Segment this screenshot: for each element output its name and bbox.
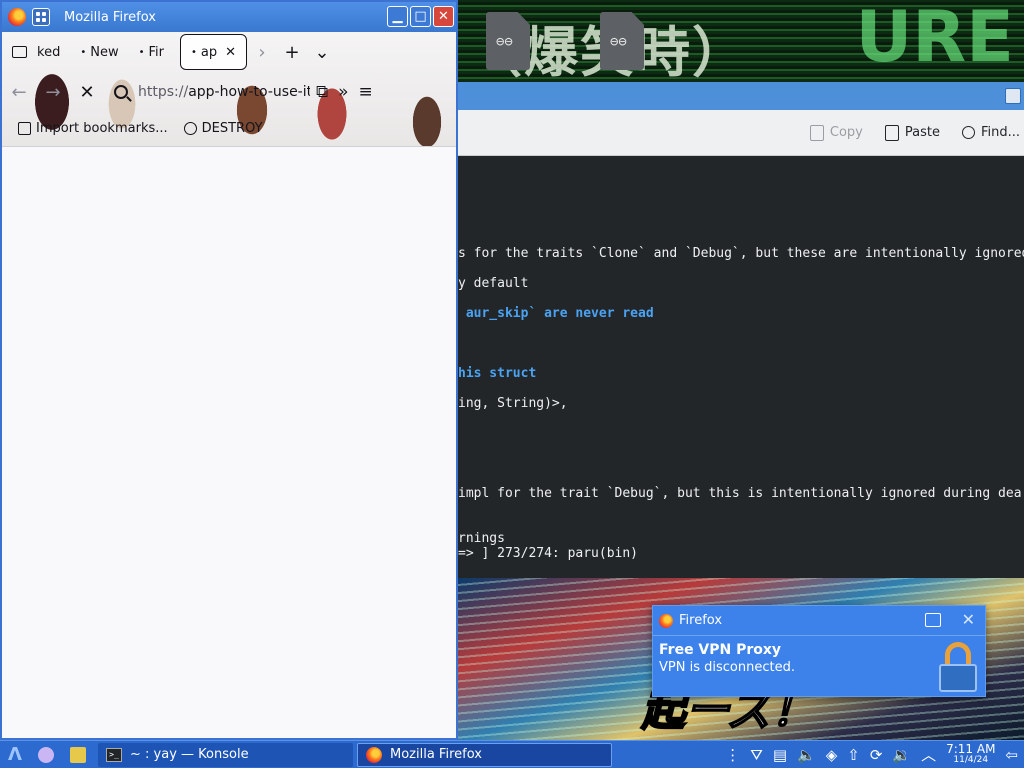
terminal-line: rnings — [458, 531, 505, 546]
desktop-file-icon[interactable]: ⊖⊖ — [486, 12, 530, 70]
tab-dot-icon: • — [80, 46, 87, 58]
vpn-shield-icon[interactable]: ◈ — [826, 746, 838, 764]
taskbar: Λ >_ ~ : yay — Konsole Mozilla Firefox ⋮… — [0, 740, 1024, 768]
audio-icon[interactable]: 🔉 — [892, 746, 911, 764]
paste-icon — [884, 124, 899, 141]
globe-icon — [183, 121, 197, 135]
stop-loading-icon[interactable]: ✕ — [70, 82, 104, 103]
import-icon — [18, 121, 31, 135]
terminal-output[interactable]: s for the traits `Clone` and `Debug`, bu… — [458, 156, 1024, 578]
konsole-window-button[interactable] — [1005, 88, 1021, 104]
minimize-button[interactable]: ▁ — [387, 6, 408, 27]
wallpaper-art-latin: URE — [855, 0, 1014, 78]
desktop-file-icon[interactable]: ⊖⊖ — [600, 12, 644, 70]
tab-strip: ked • New • Fir • ap ✕ › + ⌄ — [2, 32, 456, 72]
clipboard-icon[interactable]: ▤ — [773, 746, 787, 764]
show-desktop-icon[interactable]: ⇦ — [1005, 746, 1018, 764]
terminal-line: ing, String)>, — [458, 396, 568, 411]
bookmark-item[interactable]: DESTROY — [183, 121, 263, 136]
terminal-line: his struct — [458, 366, 537, 381]
copy-button[interactable]: Copy — [809, 124, 863, 141]
konsole-toolbar: Copy Paste Find... — [458, 110, 1024, 156]
search-icon — [961, 126, 975, 139]
tab-dot-icon: • — [138, 46, 145, 58]
hamburger-menu-icon[interactable]: ≡ — [359, 82, 373, 102]
tab[interactable]: • Fir — [129, 34, 174, 70]
search-icon — [114, 85, 128, 99]
browser-toolbar-area: ked • New • Fir • ap ✕ › + ⌄ ← → ✕ https… — [2, 32, 456, 146]
terminal-line: => ] 273/274: paru(bin) — [458, 546, 639, 561]
notification-header: Firefox ✕ — [653, 606, 985, 636]
firefox-titlebar[interactable]: Mozilla Firefox ▁ □ ✕ — [2, 2, 456, 32]
close-tab-icon[interactable]: ✕ — [225, 45, 236, 60]
maximize-button[interactable]: □ — [410, 6, 431, 27]
tab-dot-icon: • — [191, 46, 197, 58]
notification-title: Free VPN Proxy — [659, 642, 782, 658]
firefox-window[interactable]: Mozilla Firefox ▁ □ ✕ ked • New • Fir • … — [0, 0, 458, 740]
scroll-tabs-right-icon[interactable]: › — [247, 42, 277, 63]
tray-grip-icon: ⋮ — [725, 745, 741, 764]
desktop-wallpaper-top: （爆笑時） URE ⊖⊖ ⊖⊖ — [458, 0, 1024, 82]
overflow-menu-icon[interactable]: » — [338, 82, 348, 102]
terminal-line: aur_skip` are never read — [458, 306, 654, 321]
taskbar-task-firefox[interactable]: Mozilla Firefox — [357, 742, 612, 767]
url-bar[interactable]: https://app-how-to-use-it — [110, 77, 310, 107]
window-title: Mozilla Firefox — [64, 9, 156, 25]
navigation-bar: ← → ✕ https://app-how-to-use-it ⧉ » ≡ — [2, 72, 456, 112]
folder-icon — [12, 46, 27, 58]
firefox-logo-icon — [8, 8, 26, 26]
clock[interactable]: 7:11 AM 11/4/24 — [946, 743, 995, 766]
notification-settings-icon[interactable] — [925, 613, 941, 627]
network-icon[interactable]: ⛛ — [750, 746, 763, 764]
paste-button[interactable]: Paste — [884, 124, 940, 141]
tab[interactable]: ked — [2, 34, 70, 70]
konsole-window[interactable]: Copy Paste Find... s for the traits `Clo… — [458, 82, 1024, 578]
new-tab-icon[interactable]: + — [277, 42, 307, 63]
terminal-icon: >_ — [106, 747, 122, 762]
sync-icon[interactable]: ⟳ — [870, 746, 883, 764]
firefox-logo-icon — [366, 746, 382, 763]
notification-popup[interactable]: Firefox ✕ Free VPN Proxy VPN is disconne… — [652, 605, 986, 697]
terminal-line: s for the traits `Clone` and `Debug`, bu… — [458, 246, 1024, 261]
window-menu-icon[interactable] — [32, 8, 50, 26]
forward-icon[interactable]: → — [36, 82, 70, 103]
bookmarks-toolbar: Import bookmarks... DESTROY — [2, 112, 456, 144]
updates-icon[interactable]: ⇧ — [847, 746, 860, 764]
tab[interactable]: • New — [70, 34, 128, 70]
back-icon[interactable]: ← — [2, 82, 36, 103]
notification-body: VPN is disconnected. — [659, 660, 795, 675]
app-launcher-icon[interactable]: Λ — [0, 744, 30, 765]
volume-icon[interactable]: 🔈 — [797, 746, 816, 764]
page-content[interactable] — [2, 146, 456, 738]
list-all-tabs-icon[interactable]: ⌄ — [307, 42, 337, 63]
show-hidden-icons[interactable]: ︿ — [921, 744, 936, 765]
tab-active[interactable]: • ap ✕ — [180, 34, 248, 70]
copy-icon — [809, 124, 824, 141]
firefox-logo-icon — [659, 613, 673, 628]
system-tray: ⋮ ⛛ ▤ 🔈 ◈ ⇧ ⟳ 🔉 ︿ 7:11 AM 11/4/24 ⇦ — [725, 743, 1024, 766]
bookmark-import[interactable]: Import bookmarks... — [18, 121, 168, 136]
terminal-line: y default — [458, 276, 529, 291]
terminal-line: impl for the trait `Debug`, but this is … — [458, 486, 1022, 501]
close-icon[interactable]: ✕ — [962, 610, 975, 629]
taskbar-task-konsole[interactable]: >_ ~ : yay — Konsole — [98, 742, 353, 767]
konsole-titlebar[interactable] — [458, 82, 1024, 110]
lock-icon — [939, 642, 977, 692]
find-button[interactable]: Find... — [961, 125, 1020, 140]
app-icon[interactable] — [38, 746, 54, 763]
extensions-icon[interactable]: ⧉ — [316, 82, 328, 102]
folder-icon[interactable] — [70, 746, 86, 763]
close-button[interactable]: ✕ — [433, 6, 454, 27]
